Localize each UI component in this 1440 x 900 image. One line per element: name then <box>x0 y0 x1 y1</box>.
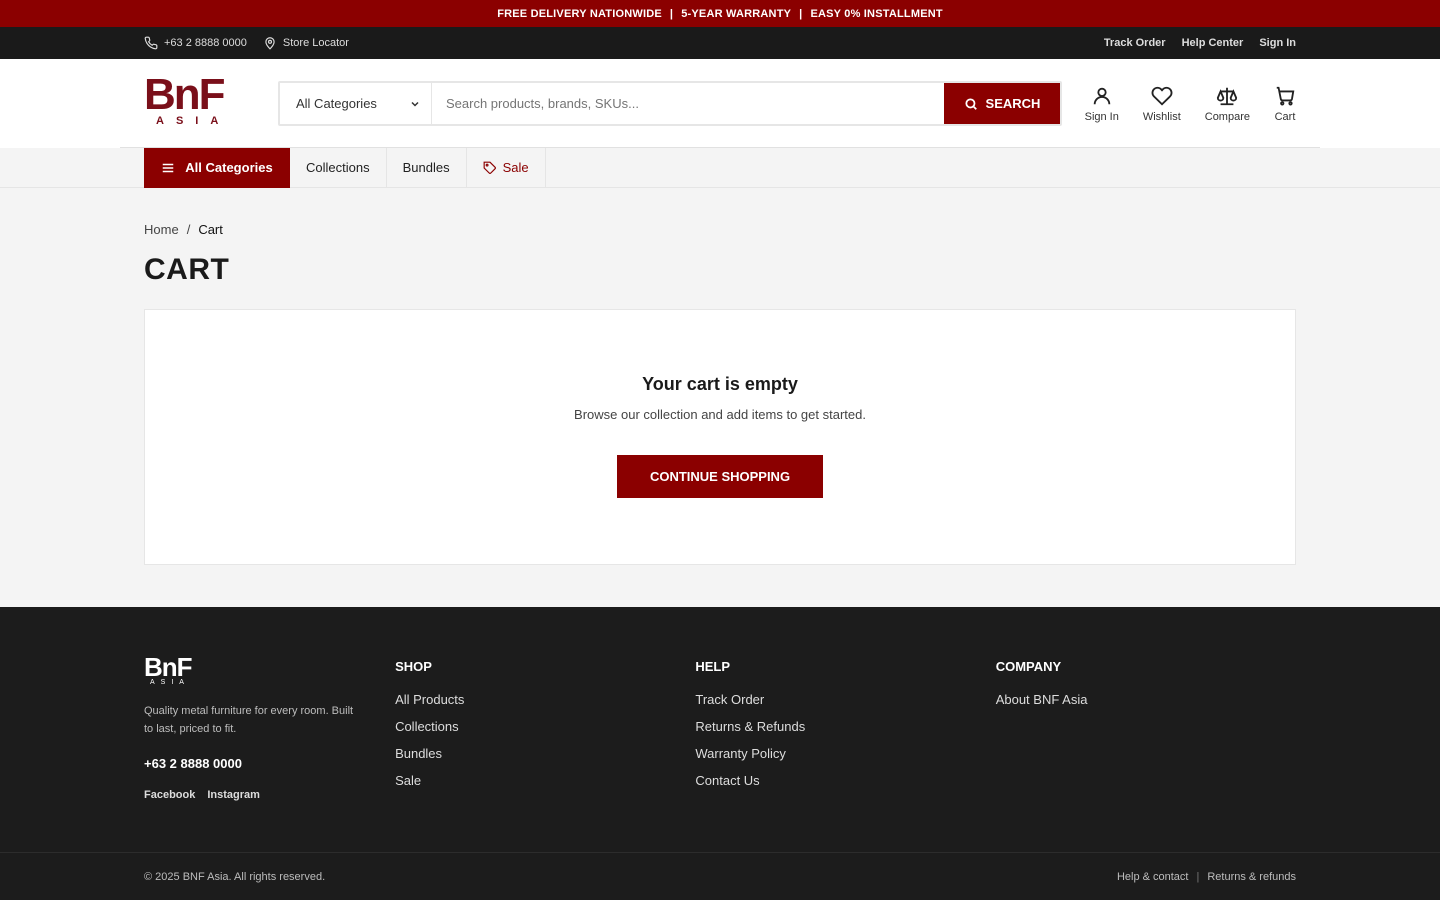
empty-cart-panel: Your cart is empty Browse our collection… <box>144 309 1296 565</box>
footer-description: Quality metal furniture for every room. … <box>144 705 354 735</box>
heart-icon <box>1151 86 1173 106</box>
sign-in-label: Sign In <box>1084 110 1119 123</box>
breadcrumb: Home / Cart <box>144 222 1296 237</box>
footer-help-column: HELP Track Order Returns & Refunds Warra… <box>695 655 995 801</box>
cart-icon <box>1276 86 1295 105</box>
footer-company-title: COMPANY <box>995 659 1062 674</box>
copyright: © 2025 BNF Asia. All rights reserved. <box>144 870 326 883</box>
utility-bar: +63 2 8888 0000 Store Locator Track Orde… <box>0 27 1440 59</box>
footer-phone[interactable]: +63 2 8888 0000 <box>144 756 395 771</box>
footer-link[interactable]: Contact Us <box>695 773 995 788</box>
search-button[interactable]: SEARCH <box>944 83 1060 124</box>
tag-icon <box>483 161 496 174</box>
main-content: Home / Cart CART Your cart is empty Brow… <box>0 222 1440 565</box>
scale-icon <box>1217 87 1238 105</box>
wishlist-label: Wishlist <box>1142 110 1181 123</box>
breadcrumb-separator: / <box>186 222 191 237</box>
logo-mark: BnF <box>144 69 226 119</box>
footer-link[interactable]: Bundles <box>395 746 695 761</box>
all-categories-label: All Categories <box>185 160 273 175</box>
footer-link[interactable]: Warranty Policy <box>695 746 995 761</box>
track-order-link[interactable]: Track Order <box>1104 37 1166 49</box>
category-select-value: All Categories <box>296 96 377 111</box>
instagram-link[interactable]: Instagram <box>207 789 260 801</box>
store-locator-label: Store Locator <box>282 37 349 49</box>
user-icon <box>1093 87 1110 104</box>
promo-separator: | <box>669 7 674 20</box>
main-nav: All Categories Collections Bundles Sale <box>0 147 1440 188</box>
footer-bottom-separator: | <box>1196 870 1200 883</box>
logo-sub: ASIA <box>156 114 231 127</box>
chevron-down-icon <box>411 101 419 107</box>
footer-link[interactable]: All Products <box>395 692 695 707</box>
wishlist-button[interactable]: Wishlist <box>1143 85 1181 123</box>
facebook-link[interactable]: Facebook <box>144 789 195 801</box>
sign-in-link[interactable]: Sign In <box>1259 37 1296 49</box>
social-links: Facebook Instagram <box>144 789 395 801</box>
empty-cart-title: Your cart is empty <box>642 374 798 394</box>
help-center-link[interactable]: Help Center <box>1182 37 1244 49</box>
phone-icon <box>144 36 158 50</box>
search-button-label: SEARCH <box>985 96 1041 111</box>
map-pin-icon <box>265 37 275 50</box>
footer-shop-title: SHOP <box>395 659 432 674</box>
empty-cart-description: Browse our collection and add items to g… <box>574 407 866 422</box>
footer-link[interactable]: Returns & Refunds <box>695 719 995 734</box>
footer-logo-sub: ASIA <box>150 679 190 686</box>
promo-installment: EASY 0% INSTALLMENT <box>810 7 943 20</box>
footer-logo-mark: BnF <box>144 652 193 682</box>
phone-link[interactable]: +63 2 8888 0000 <box>144 36 247 50</box>
nav-collections[interactable]: Collections <box>290 147 387 188</box>
page-title: CART <box>144 253 230 286</box>
header-actions: Sign In Wishlist Compare Cart <box>1085 85 1296 123</box>
footer-company-column: COMPANY About BNF Asia <box>996 655 1296 801</box>
footer-shop-column: SHOP All Products Collections Bundles Sa… <box>395 655 695 801</box>
nav-sale[interactable]: Sale <box>467 147 546 188</box>
logo[interactable]: BnF ASIA <box>144 69 246 133</box>
footer-link[interactable]: Collections <box>395 719 695 734</box>
store-locator-link[interactable]: Store Locator <box>263 36 349 50</box>
help-contact-link[interactable]: Help & contact <box>1117 871 1189 883</box>
promo-warranty: 5-YEAR WARRANTY <box>681 7 792 20</box>
footer-help-title: HELP <box>695 659 731 674</box>
nav-bundles[interactable]: Bundles <box>387 147 467 188</box>
cart-label: Cart <box>1274 110 1296 123</box>
continue-shopping-button[interactable]: CONTINUE SHOPPING <box>617 455 823 498</box>
compare-button[interactable]: Compare <box>1205 85 1250 123</box>
phone-number: +63 2 8888 0000 <box>164 37 247 49</box>
breadcrumb-home[interactable]: Home <box>144 222 179 237</box>
cart-button[interactable]: Cart <box>1274 85 1296 123</box>
footer-link[interactable]: Sale <box>395 773 695 788</box>
footer-link[interactable]: Track Order <box>695 692 995 707</box>
search-icon <box>965 97 977 110</box>
returns-refunds-link[interactable]: Returns & refunds <box>1207 871 1296 883</box>
category-select[interactable]: All Categories <box>280 83 432 124</box>
nav-sale-label: Sale <box>502 160 529 175</box>
promo-separator: | <box>799 7 803 20</box>
footer-link[interactable]: About BNF Asia <box>996 692 1296 707</box>
compare-label: Compare <box>1204 110 1250 123</box>
site-header: BnF ASIA All Categories SEARCH Sign In W… <box>0 59 1440 148</box>
promo-delivery: FREE DELIVERY NATIONWIDE <box>497 7 662 20</box>
footer-bottom-bar: © 2025 BNF Asia. All rights reserved. He… <box>0 852 1440 900</box>
search-input[interactable] <box>432 83 944 124</box>
footer-bottom-links: Help & contact | Returns & refunds <box>1117 871 1296 883</box>
all-categories-button[interactable]: All Categories <box>144 147 290 188</box>
promo-bar: FREE DELIVERY NATIONWIDE | 5-YEAR WARRAN… <box>0 0 1440 27</box>
breadcrumb-current: Cart <box>198 222 223 237</box>
sign-in-button[interactable]: Sign In <box>1085 85 1119 123</box>
menu-icon <box>163 163 174 172</box>
search-bar: All Categories SEARCH <box>278 81 1062 126</box>
site-footer: BnF ASIA Quality metal furniture for eve… <box>0 607 1440 900</box>
footer-brand: BnF ASIA Quality metal furniture for eve… <box>144 652 395 801</box>
